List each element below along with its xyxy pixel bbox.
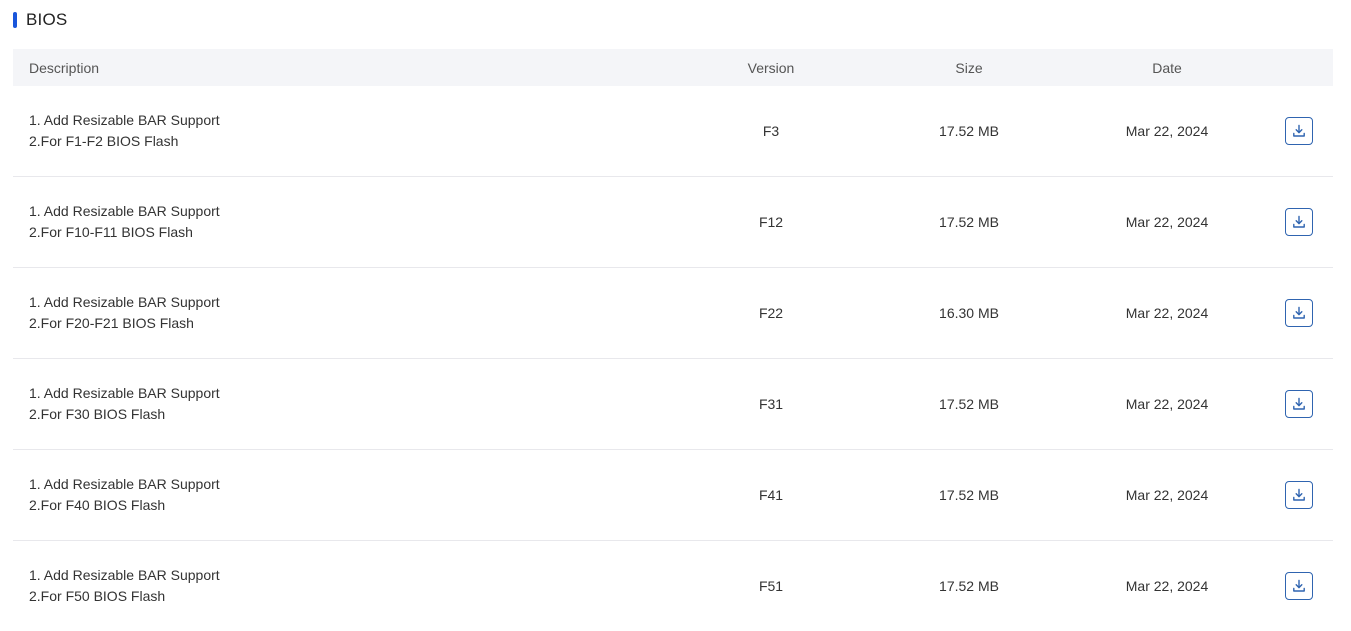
row-version: F51 [758, 578, 784, 594]
row-version: F31 [758, 396, 784, 412]
download-icon [1293, 488, 1305, 501]
row-date: Mar 22, 2024 [1125, 123, 1209, 139]
table-row: 1. Add Resizable BAR Support 2.For F1-F2… [13, 86, 1333, 177]
table-header: Description Version Size Date [13, 49, 1333, 86]
description-line-2: 2.For F40 BIOS Flash [29, 497, 166, 513]
row-version: F41 [758, 487, 784, 503]
description-line-1: 1. Add Resizable BAR Support [29, 385, 220, 401]
row-size: 17.52 MB [939, 487, 999, 503]
row-size: 16.30 MB [939, 305, 999, 321]
row-version: F22 [758, 305, 784, 321]
row-date: Mar 22, 2024 [1125, 578, 1209, 594]
table-row: 1. Add Resizable BAR Support 2.For F50 B… [13, 541, 1333, 631]
column-header-size: Size [955, 59, 983, 76]
download-button[interactable] [1285, 572, 1313, 600]
download-button[interactable] [1285, 390, 1313, 418]
download-icon [1293, 397, 1305, 410]
description-line-1: 1. Add Resizable BAR Support [29, 203, 220, 219]
row-date: Mar 22, 2024 [1125, 305, 1209, 321]
download-button[interactable] [1285, 481, 1313, 509]
description-line-1: 1. Add Resizable BAR Support [29, 112, 220, 128]
table-row: 1. Add Resizable BAR Support 2.For F30 B… [13, 359, 1333, 450]
section-title: BIOS [26, 10, 68, 29]
bios-table: Description Version Size Date 1. Add Res… [13, 49, 1333, 631]
table-body: 1. Add Resizable BAR Support 2.For F1-F2… [13, 86, 1333, 631]
description-line-2: 2.For F20-F21 BIOS Flash [29, 315, 194, 331]
row-version: F3 [762, 123, 780, 139]
description-line-1: 1. Add Resizable BAR Support [29, 567, 220, 583]
column-header-date: Date [1152, 59, 1182, 76]
column-header-version: Version [747, 59, 795, 76]
download-button[interactable] [1285, 299, 1313, 327]
row-date: Mar 22, 2024 [1125, 487, 1209, 503]
row-description: 1. Add Resizable BAR Support 2.For F50 B… [13, 565, 671, 607]
download-icon [1293, 306, 1305, 319]
row-size: 17.52 MB [939, 123, 999, 139]
section-header: BIOS [13, 8, 67, 32]
description-line-2: 2.For F10-F11 BIOS Flash [29, 224, 193, 240]
row-description: 1. Add Resizable BAR Support 2.For F1-F2… [13, 110, 671, 152]
row-description: 1. Add Resizable BAR Support 2.For F10-F… [13, 201, 671, 243]
row-version: F12 [758, 214, 784, 230]
section-accent-bar [13, 12, 17, 28]
column-header-description: Description [29, 59, 100, 76]
row-date: Mar 22, 2024 [1125, 214, 1209, 230]
download-icon [1293, 124, 1305, 137]
download-icon [1293, 579, 1305, 592]
description-line-2: 2.For F50 BIOS Flash [29, 588, 166, 604]
download-button[interactable] [1285, 208, 1313, 236]
description-line-1: 1. Add Resizable BAR Support [29, 294, 220, 310]
description-line-1: 1. Add Resizable BAR Support [29, 476, 220, 492]
description-line-2: 2.For F30 BIOS Flash [29, 406, 166, 422]
download-icon [1293, 215, 1305, 228]
row-size: 17.52 MB [939, 214, 999, 230]
table-row: 1. Add Resizable BAR Support 2.For F40 B… [13, 450, 1333, 541]
row-description: 1. Add Resizable BAR Support 2.For F30 B… [13, 383, 671, 425]
description-line-2: 2.For F1-F2 BIOS Flash [29, 133, 179, 149]
row-date: Mar 22, 2024 [1125, 396, 1209, 412]
row-description: 1. Add Resizable BAR Support 2.For F40 B… [13, 474, 671, 516]
table-row: 1. Add Resizable BAR Support 2.For F20-F… [13, 268, 1333, 359]
table-row: 1. Add Resizable BAR Support 2.For F10-F… [13, 177, 1333, 268]
row-size: 17.52 MB [939, 578, 999, 594]
row-description: 1. Add Resizable BAR Support 2.For F20-F… [13, 292, 671, 334]
download-button[interactable] [1285, 117, 1313, 145]
row-size: 17.52 MB [939, 396, 999, 412]
